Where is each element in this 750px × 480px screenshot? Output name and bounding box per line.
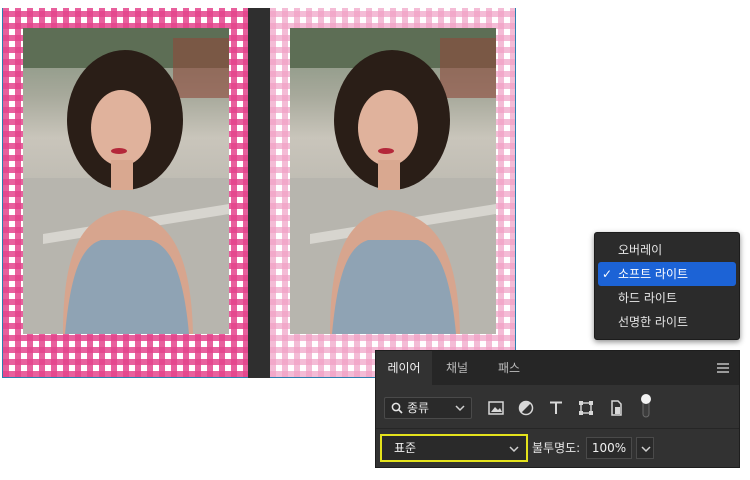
smart-object-filter-icon[interactable] — [607, 399, 625, 417]
blend-mode-menu: 오버레이 ✓ 소프트 라이트 하드 라이트 선명한 라이트 — [594, 232, 740, 340]
menu-item-vivid-light[interactable]: 선명한 라이트 — [598, 310, 736, 334]
left-portrait-photo — [23, 28, 229, 334]
chevron-down-icon — [641, 446, 651, 453]
search-icon — [391, 402, 403, 414]
pixel-layer-filter-icon[interactable] — [487, 399, 505, 417]
type-layer-filter-icon[interactable] — [547, 399, 565, 417]
screenshot-stage: 오버레이 ✓ 소프트 라이트 하드 라이트 선명한 라이트 레이어 채널 패스 — [0, 0, 750, 480]
blend-mode-value: 표준 — [394, 441, 417, 455]
panel-menu-icon[interactable] — [717, 363, 729, 373]
chevron-down-icon — [455, 405, 465, 412]
menu-item-hard-light[interactable]: 하드 라이트 — [598, 286, 736, 310]
canvas-gap — [248, 8, 270, 378]
menu-item-soft-light[interactable]: ✓ 소프트 라이트 — [598, 262, 736, 286]
checkmark-icon: ✓ — [602, 267, 613, 281]
right-portrait-photo — [290, 28, 496, 334]
opacity-label: 불투명도: — [532, 441, 581, 455]
tab-paths[interactable]: 패스 — [484, 351, 534, 385]
menu-item-overlay[interactable]: 오버레이 — [598, 238, 736, 262]
chevron-down-icon — [509, 446, 519, 453]
kind-filter-dropdown[interactable]: 종류 — [384, 397, 472, 419]
menu-item-label: 소프트 라이트 — [618, 267, 689, 281]
menu-item-label: 오버레이 — [618, 243, 663, 257]
tab-channels[interactable]: 채널 — [432, 351, 482, 385]
opacity-dropdown-button[interactable] — [636, 437, 654, 459]
blend-mode-select[interactable]: 표준 — [380, 434, 528, 462]
menu-item-label: 하드 라이트 — [618, 291, 678, 305]
kind-filter-label: 종류 — [407, 401, 430, 415]
right-gingham-frame — [270, 8, 516, 378]
layers-panel: 레이어 채널 패스 종류 표준 불투명도: 100% — [375, 350, 740, 468]
left-gingham-frame — [2, 8, 248, 378]
opacity-input[interactable]: 100% — [586, 437, 632, 459]
adjustment-layer-filter-icon[interactable] — [517, 399, 535, 417]
blend-opacity-row: 표준 불투명도: 100% — [376, 429, 739, 467]
panel-tab-bar: 레이어 채널 패스 — [376, 351, 739, 385]
menu-item-label: 선명한 라이트 — [618, 315, 689, 329]
shape-layer-filter-icon[interactable] — [577, 399, 595, 417]
tab-layers[interactable]: 레이어 — [376, 351, 432, 385]
filter-toggle-icon[interactable] — [640, 393, 652, 419]
layer-filter-row: 종류 — [376, 385, 739, 429]
